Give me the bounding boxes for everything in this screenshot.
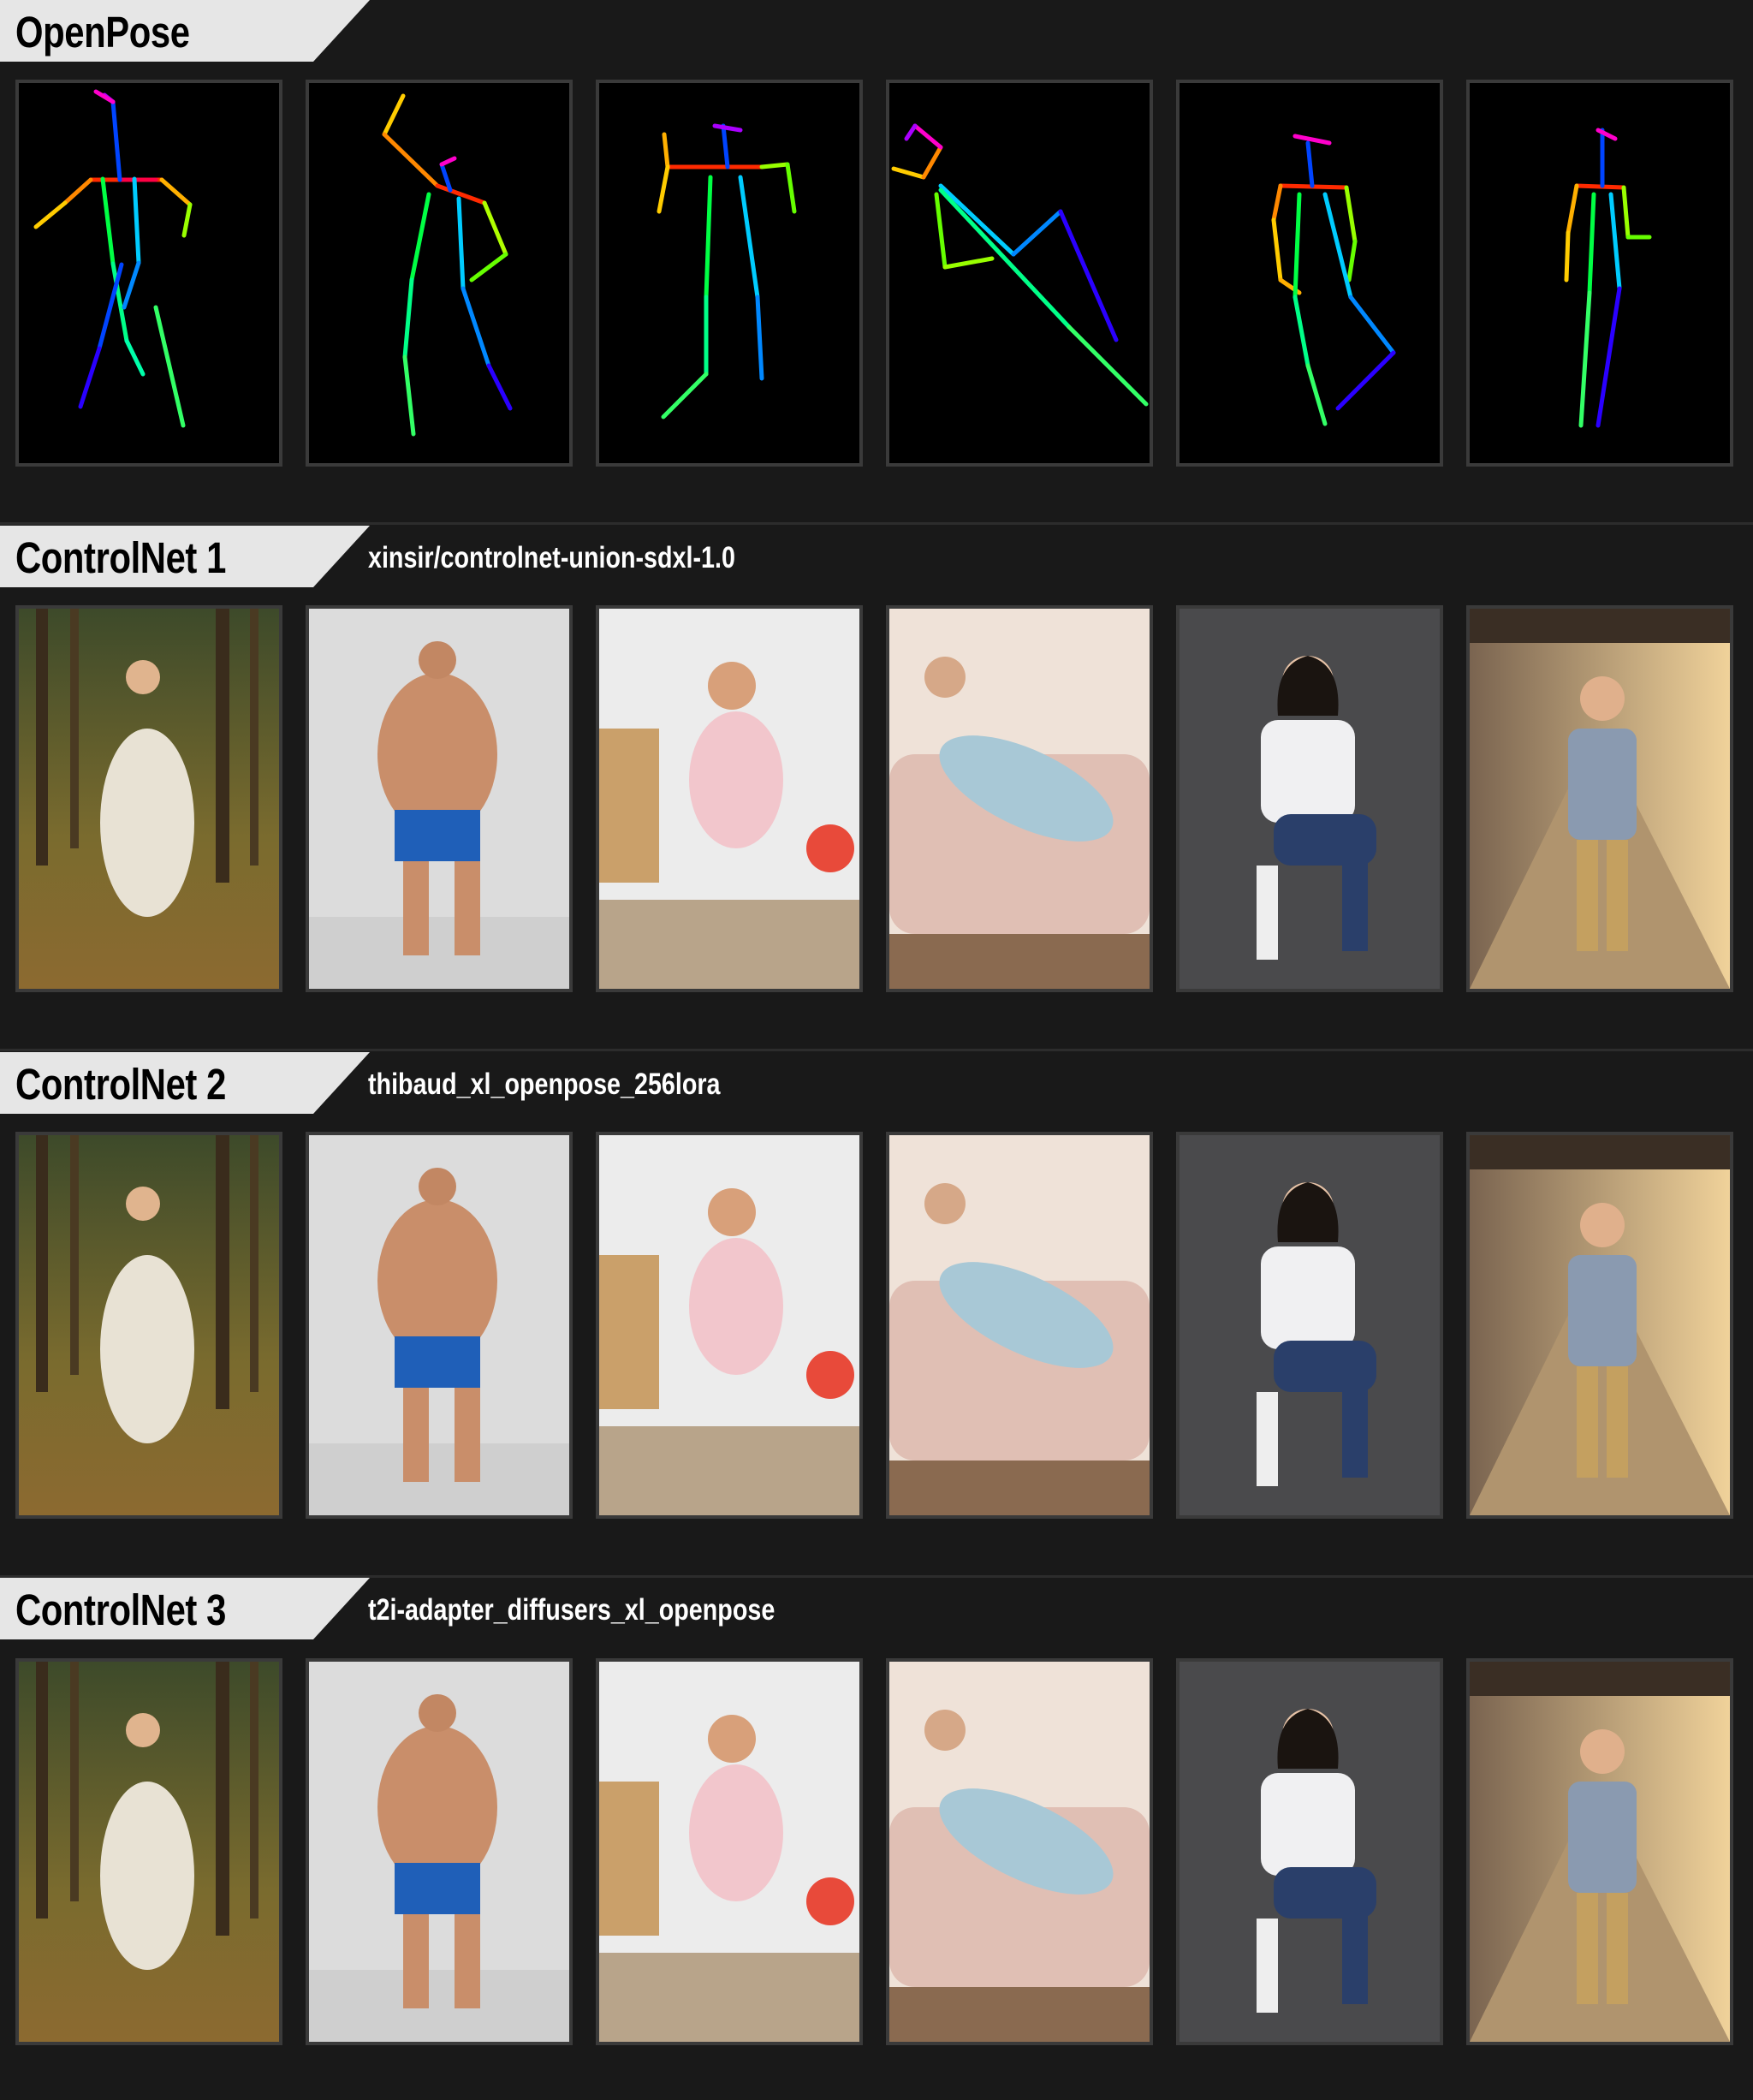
section-banner: OpenPose — [0, 0, 370, 62]
generated-photo-girl-jumping-playroom — [596, 1658, 863, 2045]
section-title: ControlNet 3 — [15, 1585, 226, 1634]
pose-skeleton-1 — [15, 80, 282, 467]
pose-skeleton-3 — [596, 80, 863, 467]
generated-photo-woman-sitting-chair — [1176, 605, 1443, 992]
generated-photo-forest-dancer-white-dress — [15, 1132, 282, 1519]
generated-photo-woman-sitting-box — [1176, 1658, 1443, 2045]
generated-photo-girl-jumping-playroom — [596, 1132, 863, 1519]
generated-photo-bodybuilder-blue-briefs — [306, 1132, 573, 1519]
section-divider — [0, 522, 1753, 525]
generated-photo-girl-jumping-playroom — [596, 605, 863, 992]
generated-photo-forest-dancer-white-dress — [15, 605, 282, 992]
model-name: xinsir/controlnet-union-sdxl-1.0 — [368, 541, 735, 574]
section-banner: ControlNet 1 — [0, 526, 370, 587]
section-divider — [0, 1049, 1753, 1051]
pose-skeleton-5 — [1176, 80, 1443, 467]
generated-photo-bodybuilder-blue-shorts — [306, 605, 573, 992]
model-name: t2i-adapter_diffusers_xl_openpose — [368, 1593, 775, 1627]
generated-photo-old-man-lounging-sofa — [886, 1132, 1153, 1519]
generated-photo-old-man-lounging-sofa — [886, 1658, 1153, 2045]
generated-photo-forest-dancer-white-dress — [15, 1658, 282, 2045]
section-banner: ControlNet 2 — [0, 1052, 370, 1114]
generated-photo-boy-standing-train-platform — [1466, 1658, 1733, 2045]
generated-photo-boy-standing-train-platform — [1466, 1132, 1733, 1519]
section-title: OpenPose — [15, 8, 190, 57]
section-title: ControlNet 2 — [15, 1060, 226, 1109]
section-title: ControlNet 1 — [15, 533, 226, 582]
generated-photo-bodybuilder-blue-shorts — [306, 1658, 573, 2045]
pose-skeleton-4 — [886, 80, 1153, 467]
generated-photo-boy-standing-train-platform — [1466, 605, 1733, 992]
generated-photo-woman-sitting-chair — [1176, 1132, 1443, 1519]
section-banner: ControlNet 3 — [0, 1578, 370, 1639]
generated-photo-old-man-lounging-sofa — [886, 605, 1153, 992]
section-openpose: OpenPose — [0, 0, 1753, 479]
model-name: thibaud_xl_openpose_256lora — [368, 1068, 721, 1101]
pose-skeleton-2 — [306, 80, 573, 467]
pose-skeleton-6 — [1466, 80, 1733, 467]
